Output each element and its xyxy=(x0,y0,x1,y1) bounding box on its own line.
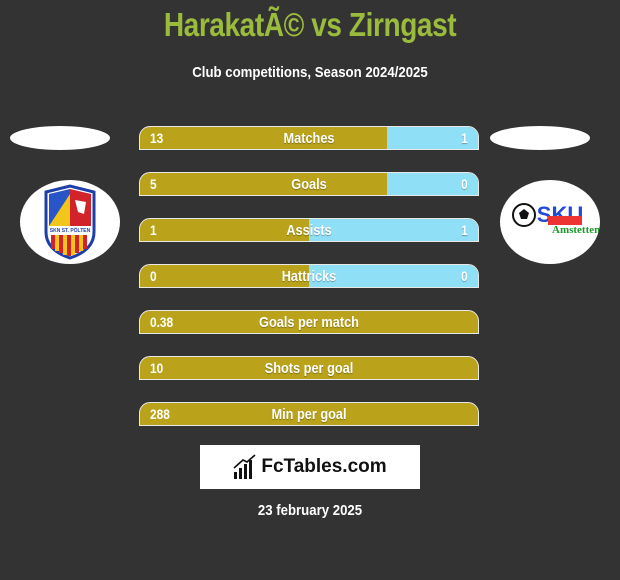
logo-town: Amstetten xyxy=(552,224,600,236)
stat-row-goals-per-match: 0.38 Goals per match xyxy=(139,310,479,334)
right-value: 0 xyxy=(461,176,468,192)
left-value: 13 xyxy=(150,130,164,146)
stat-row-hattricks: 0 Hattricks 0 xyxy=(139,264,479,288)
brand-name: FcTables.com xyxy=(261,456,387,477)
right-team-logo[interactable]: SKU Amstetten xyxy=(500,180,600,264)
right-value: 1 xyxy=(461,130,468,146)
right-value: 0 xyxy=(461,268,468,284)
left-team-logo[interactable]: SKN ST. PÖLTEN xyxy=(20,180,120,264)
stat-label: Assists xyxy=(286,222,332,239)
stat-label: Hattricks xyxy=(281,268,337,285)
left-value: 0 xyxy=(150,268,157,284)
stat-row-goals: 5 Goals 0 xyxy=(139,172,479,196)
stat-label: Matches xyxy=(283,130,335,147)
stat-row-min-per-goal: 288 Min per goal xyxy=(139,402,479,426)
crest-text: SKN ST. PÖLTEN xyxy=(50,227,91,234)
subtitle: Club competitions, Season 2024/2025 xyxy=(192,64,428,81)
right-value: 1 xyxy=(461,222,468,238)
stat-row-shots-per-goal: 10 Shots per goal xyxy=(139,356,479,380)
left-value: 1 xyxy=(150,222,157,238)
stat-row-assists: 1 Assists 1 xyxy=(139,218,479,242)
football-club-logo-icon: SKU Amstetten xyxy=(512,202,600,236)
shield-crest-icon: SKN ST. PÖLTEN xyxy=(44,184,96,260)
left-value: 5 xyxy=(150,176,157,192)
stat-label: Goals per match xyxy=(259,314,359,331)
stat-label: Goals xyxy=(291,176,327,193)
left-value: 10 xyxy=(150,360,164,376)
right-team-name-placeholder xyxy=(490,126,590,150)
stat-label: Min per goal xyxy=(271,406,347,423)
page-title: HarakatÃ© vs Zirngast xyxy=(163,6,457,43)
fctables-brand-link[interactable]: FcTables.com xyxy=(200,445,420,489)
match-date: 23 february 2025 xyxy=(257,502,363,519)
bar-chart-icon xyxy=(233,454,256,479)
left-team-name-placeholder xyxy=(10,126,110,150)
stat-label: Shots per goal xyxy=(264,360,354,377)
stat-row-matches: 13 Matches 1 xyxy=(139,126,479,150)
